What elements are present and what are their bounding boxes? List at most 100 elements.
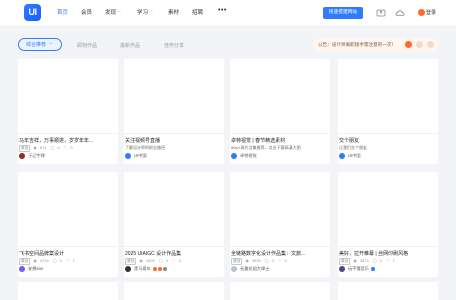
view-count: 4734 [39, 258, 49, 263]
card-thumbnail[interactable] [338, 59, 438, 134]
user-avatar-icon[interactable] [418, 9, 425, 16]
nav-membership-label: 会员 [81, 10, 93, 16]
author-name[interactable]: 黑马青年 [134, 266, 151, 271]
more-menu-button[interactable]: ••• [218, 7, 227, 14]
eye-icon: ◉ [353, 258, 357, 263]
card-author[interactable]: UI中国 [339, 153, 361, 161]
tab-featured-share[interactable]: 佳作分享 [164, 42, 184, 49]
chevron-down-icon: ﹀ [149, 10, 154, 15]
card-thumbnail[interactable] [230, 172, 330, 247]
nav-discover[interactable]: 发现﹀ [105, 8, 121, 16]
promo-card[interactable]: 交个朋友 让我们交个朋友 UI中国 [338, 59, 438, 164]
work-card[interactable] [124, 282, 224, 300]
author-name[interactable]: UI中国 [134, 153, 147, 158]
original-tag: 原创 [231, 258, 243, 265]
upload-icon[interactable] [376, 8, 386, 18]
work-card[interactable] [18, 282, 118, 300]
author-name[interactable]: UI中国 [348, 153, 361, 158]
comment-icon: ▢ [50, 145, 55, 150]
avatar[interactable] [125, 153, 131, 159]
card-title[interactable]: 2025 UIAIGC 设计作品集 [125, 250, 223, 257]
card-title[interactable]: 飞书空间品牌案设计 [19, 250, 117, 257]
card-thumbnail[interactable] [18, 59, 118, 134]
card-thumbnail[interactable] [124, 172, 224, 247]
level-badge-icon [162, 267, 167, 271]
avatar[interactable] [231, 266, 237, 272]
sort-dropdown[interactable]: 综合推荐 ﹀ [18, 38, 62, 51]
nav-materials[interactable]: 素材 [168, 8, 179, 16]
nav-learn[interactable]: 学习﹀ [137, 8, 153, 16]
level-badge-icon [152, 267, 157, 271]
work-card[interactable] [230, 282, 330, 300]
avatar[interactable] [19, 266, 25, 272]
nav-discover-label: 发现 [105, 10, 117, 16]
work-card[interactable]: 美好，拉开帷幕 | 丝网印刷风格 原创 ◉ 3674 ▢ 0 ♡ 1 玩不懂音乐 [338, 172, 438, 277]
eye-icon: ◉ [245, 258, 249, 263]
work-card[interactable]: 飞书空间品牌案设计 原创 ◉ 4734 ▢ 0 ♡ 1 安想aoo [18, 172, 118, 277]
work-card[interactable]: 马年吉祥，万事顺遂，岁岁年年... 原创 ◉ 874 ▢ 0 ♡ 0 于辽宇律 [18, 59, 118, 164]
circle-icon[interactable] [427, 41, 434, 48]
chevron-down-icon: ﹀ [117, 10, 122, 15]
nav-membership[interactable]: 会员 [81, 8, 92, 16]
card-author[interactable]: UI中国 [125, 153, 147, 161]
nav-home[interactable]: 首页 [57, 8, 68, 16]
level-badge-icon [157, 267, 162, 271]
announcement-banner[interactable]: 公告：设计师离职接手需注意的一次！ [313, 38, 438, 51]
card-author[interactable]: 无量花园大律士 [231, 266, 269, 274]
card-title[interactable]: 美好，拉开帷幕 | 丝网印刷风格 [339, 250, 437, 257]
circle-icon[interactable] [416, 41, 423, 48]
comment-count: 0 [271, 258, 274, 263]
promo-card[interactable]: 卓特视觉 | 春节精选素材 50w+高片点集推荐，点击下载高清大图 卓特视觉 [230, 59, 330, 164]
comment-icon: ▢ [372, 258, 377, 263]
card-author[interactable]: 黑马青年 [125, 266, 167, 274]
author-name[interactable]: 安想aoo [28, 266, 43, 271]
create-site-button[interactable]: 快速搭建网站 [323, 7, 363, 19]
view-count: 3535 [251, 258, 261, 263]
original-tag: 原创 [125, 258, 137, 265]
nav-materials-label: 素材 [168, 10, 180, 16]
card-thumbnail[interactable] [230, 59, 330, 134]
avatar[interactable] [339, 266, 345, 272]
avatar[interactable] [125, 266, 131, 272]
card-title[interactable]: 马年吉祥，万事顺遂，岁岁年年... [19, 137, 117, 144]
card-thumbnail[interactable] [124, 59, 224, 134]
comment-icon: ▢ [264, 258, 269, 263]
card-author[interactable]: 安想aoo [19, 266, 43, 274]
cloud-icon[interactable] [395, 8, 405, 18]
card-meta: 原创 ◉ 4405 ▢ 0 ♡ 4 [125, 258, 184, 265]
card-title[interactable]: 卓特视觉 | 春节精选素材 [231, 137, 329, 144]
login-link[interactable]: 登录 [426, 9, 436, 16]
promo-card[interactable]: 关注视频号直播 了解设计师的职业路径 UI中国 [124, 59, 224, 164]
nav-jobs[interactable]: 招聘 [192, 8, 203, 16]
card-title[interactable]: 交个朋友 [339, 137, 437, 144]
heart-icon: ♡ [63, 145, 68, 150]
work-card[interactable]: 2025 UIAIGC 设计作品集 原创 ◉ 4405 ▢ 0 ♡ 4 黑马青年 [124, 172, 224, 277]
like-count: 0 [70, 145, 73, 150]
tab-latest-works[interactable]: 最新作品 [120, 42, 140, 49]
avatar[interactable] [19, 153, 25, 159]
work-card[interactable]: 全链路数字化设计作品集：文旅... 原创 ◉ 3535 ▢ 0 ♡ 0 无量花园大律士 [230, 172, 330, 277]
author-name[interactable]: 无量花园大律士 [240, 266, 269, 271]
top-header: UI 首页 会员 发现﹀ 学习﹀ 素材 招聘 ••• 快速搭建网站 登录 [0, 0, 456, 27]
card-thumbnail[interactable] [338, 172, 438, 247]
card-title[interactable]: 关注视频号直播 [125, 137, 223, 144]
tab-instant-works[interactable]: 即刻作品 [77, 42, 97, 49]
avatar[interactable] [231, 153, 237, 159]
avatar[interactable] [339, 153, 345, 159]
work-card[interactable] [338, 282, 438, 300]
like-count: 0 [284, 258, 287, 263]
card-author[interactable]: 于辽宇律 [19, 153, 45, 161]
eye-icon: ◉ [33, 258, 37, 263]
author-name[interactable]: 卓特视觉 [240, 153, 257, 158]
card-title[interactable]: 全链路数字化设计作品集：文旅... [231, 250, 329, 257]
author-name[interactable]: 玩不懂音乐 [348, 266, 369, 271]
card-author[interactable]: 卓特视觉 [231, 153, 257, 161]
chevron-down-icon: ﹀ [49, 42, 54, 47]
site-logo[interactable]: UI [24, 4, 41, 21]
card-author[interactable]: 玩不懂音乐 [339, 266, 376, 274]
announcement-text: 公告：设计师离职接手需注意的一次！ [318, 42, 397, 47]
original-tag: 原创 [19, 258, 31, 265]
card-thumbnail[interactable] [18, 172, 118, 247]
author-name[interactable]: 于辽宇律 [28, 153, 45, 158]
card-meta: 原创 ◉ 3674 ▢ 0 ♡ 1 [339, 258, 398, 265]
